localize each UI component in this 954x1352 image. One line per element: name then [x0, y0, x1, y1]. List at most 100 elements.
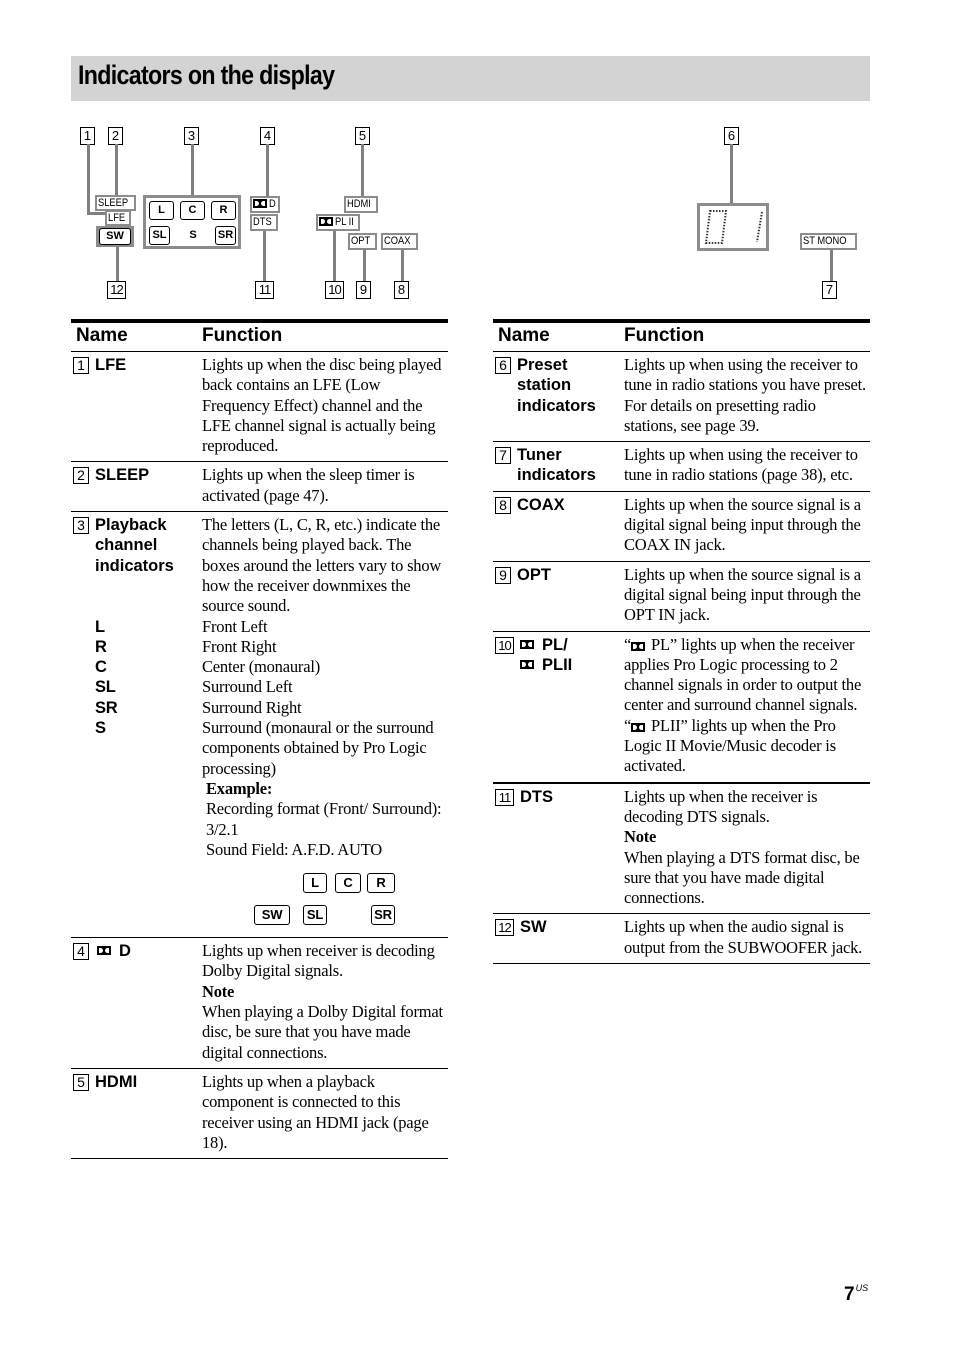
example-channel-diagram: L C R SW SL SR	[71, 860, 448, 932]
hdmi-indicator: HDMI	[344, 196, 379, 213]
dolby-double-d-icon	[97, 946, 111, 956]
item-name: OPT	[517, 565, 551, 584]
table-header: Name Function	[71, 323, 448, 352]
table-row-playback-channel: 3 Playback channel indicators The letters…	[71, 512, 448, 939]
seven-segment-digits	[704, 210, 763, 244]
table-row-opt: 9 OPT Lights up when the source signal is…	[493, 562, 870, 632]
callout-8: 8	[394, 281, 409, 299]
item-name: SLEEP	[95, 466, 150, 485]
channel-def-row: S Surround (monaural or the surround comp…	[95, 718, 434, 778]
dolby-double-d-icon	[631, 641, 646, 651]
item-number: 9	[495, 566, 511, 584]
leader-line-5	[361, 144, 364, 196]
leader-line-4	[266, 144, 269, 196]
digit-one-segment	[756, 211, 763, 243]
leader-line-8	[401, 249, 404, 281]
leader-line-12	[116, 247, 119, 281]
example-line: Sound Field: A.F.D. AUTO	[206, 839, 383, 859]
pl-description: “ PL” lights up when the receiver applie…	[624, 634, 862, 715]
item-function: Lights up when the disc being played bac…	[202, 355, 442, 456]
leader-line-11	[263, 230, 266, 281]
leader-line-3	[191, 144, 194, 196]
dolby-double-d-icon	[631, 722, 646, 732]
item-number: 4	[73, 943, 89, 961]
header-function: Function	[202, 325, 283, 346]
item-name: HDMI	[95, 1072, 138, 1091]
item-name: SW	[520, 918, 547, 937]
item-name: Tuner indicators	[517, 446, 596, 485]
item-function: Lights up when using the receiver to tun…	[624, 355, 866, 435]
item-function: Lights up when using the receiver to tun…	[624, 445, 858, 485]
table-header: Name Function	[493, 323, 870, 352]
dolby-double-d-icon	[319, 217, 333, 226]
item-number: 5	[73, 1073, 89, 1091]
callout-10: 10	[325, 281, 344, 299]
note-text: When playing a Dolby Digital format disc…	[202, 1002, 443, 1062]
st-mono-indicator: ST MONO	[800, 233, 858, 250]
display-diagram: 1 2 3 4 5 6 12 11 10 9 8 7 SLEEP LFE SW …	[0, 0, 954, 320]
dolby-double-d-icon	[253, 199, 267, 208]
item-name: LFE	[95, 356, 127, 374]
callout-12: 12	[107, 281, 126, 299]
item-function: Lights up when the audio signal is outpu…	[624, 917, 863, 957]
item-function: Lights up when receiver is decoding Dolb…	[202, 941, 435, 981]
preset-station-display	[697, 203, 769, 251]
sleep-indicator: SLEEP	[95, 195, 137, 211]
header-function: Function	[624, 325, 705, 346]
dts-indicator: DTS	[250, 214, 278, 231]
note-text: When playing a DTS format disc, be sure …	[624, 847, 860, 908]
table-row-lfe: 1 LFE Lights up when the disc being playe…	[71, 352, 448, 463]
item-number: 8	[495, 496, 511, 514]
example-box-sl: SL	[303, 905, 327, 926]
item-name: Playback channel indicators	[95, 516, 174, 575]
leader-line-1	[87, 144, 90, 215]
header-name: Name	[498, 325, 550, 346]
note-label: Note	[202, 981, 235, 1001]
leader-line-6	[730, 144, 733, 204]
table-row-preset-station: 6 Preset station indicators Lights up whe…	[493, 352, 870, 443]
note-label: Note	[624, 827, 657, 847]
plii-description: “ PLII” lights up when the Pro Logic II …	[624, 715, 836, 776]
item-name-line2: PLII	[542, 655, 573, 674]
page-region-suffix: US	[855, 1283, 869, 1293]
example-box-r: R	[367, 873, 395, 894]
callout-11: 11	[255, 281, 274, 299]
callout-2: 2	[108, 127, 123, 145]
callout-3: 3	[184, 127, 199, 145]
item-function: Lights up when the source signal is a di…	[624, 564, 861, 625]
item-number: 6	[495, 357, 511, 374]
lfe-indicator: LFE	[105, 210, 132, 226]
sw-indicator-frame: SW	[96, 226, 134, 247]
item-function: Lights up when the sleep timer is activa…	[202, 465, 415, 505]
example-label: Example:	[206, 778, 273, 798]
example-box-sr: SR	[371, 905, 395, 926]
channel-indicator-panel: L C R SL S SR	[143, 195, 241, 249]
channel-def-row: C Center (monaural)	[95, 657, 321, 677]
table-row-sw: 12 SW Lights up when the audio signal is …	[493, 914, 870, 965]
item-number: 2	[73, 467, 89, 485]
table-row-dts: 11 DTS Lights up when the receiver is dec…	[493, 784, 870, 915]
indicator-table-left: Name Function 1 LFE Lights up when the di…	[71, 319, 448, 1160]
leader-line-2	[115, 144, 118, 196]
opt-indicator: OPT	[348, 233, 377, 250]
callout-4: 4	[260, 127, 275, 145]
table-row-coax: 8 COAX Lights up when the source signal i…	[493, 492, 870, 562]
item-number: 3	[73, 517, 89, 535]
channel-box-r: R	[211, 201, 236, 220]
table-row-hdmi: 5 HDMI Lights up when a playback componen…	[71, 1069, 448, 1160]
channel-box-sl: SL	[149, 226, 170, 245]
item-function: The letters (L, C, R, etc.) indicate the…	[202, 515, 442, 616]
page-number: 7US	[844, 1283, 869, 1305]
item-number: 10	[495, 636, 514, 654]
dolby-digital-indicator: D	[250, 196, 280, 213]
leader-line-10	[333, 230, 336, 281]
item-number: 1	[73, 357, 89, 374]
table-row-sleep: 2 SLEEP Lights up when the sleep timer is…	[71, 462, 448, 513]
item-name: Preset station indicators	[517, 356, 596, 415]
example-box-sw: SW	[254, 905, 290, 926]
item-name: COAX	[517, 495, 565, 514]
example-box-l: L	[303, 873, 327, 894]
pl2-indicator: PL II	[316, 214, 361, 231]
table-row-pro-logic: 10 PL/ PLII “ PL” lights up when the rece…	[493, 632, 870, 784]
channel-def-row: R Front Right	[95, 636, 277, 656]
